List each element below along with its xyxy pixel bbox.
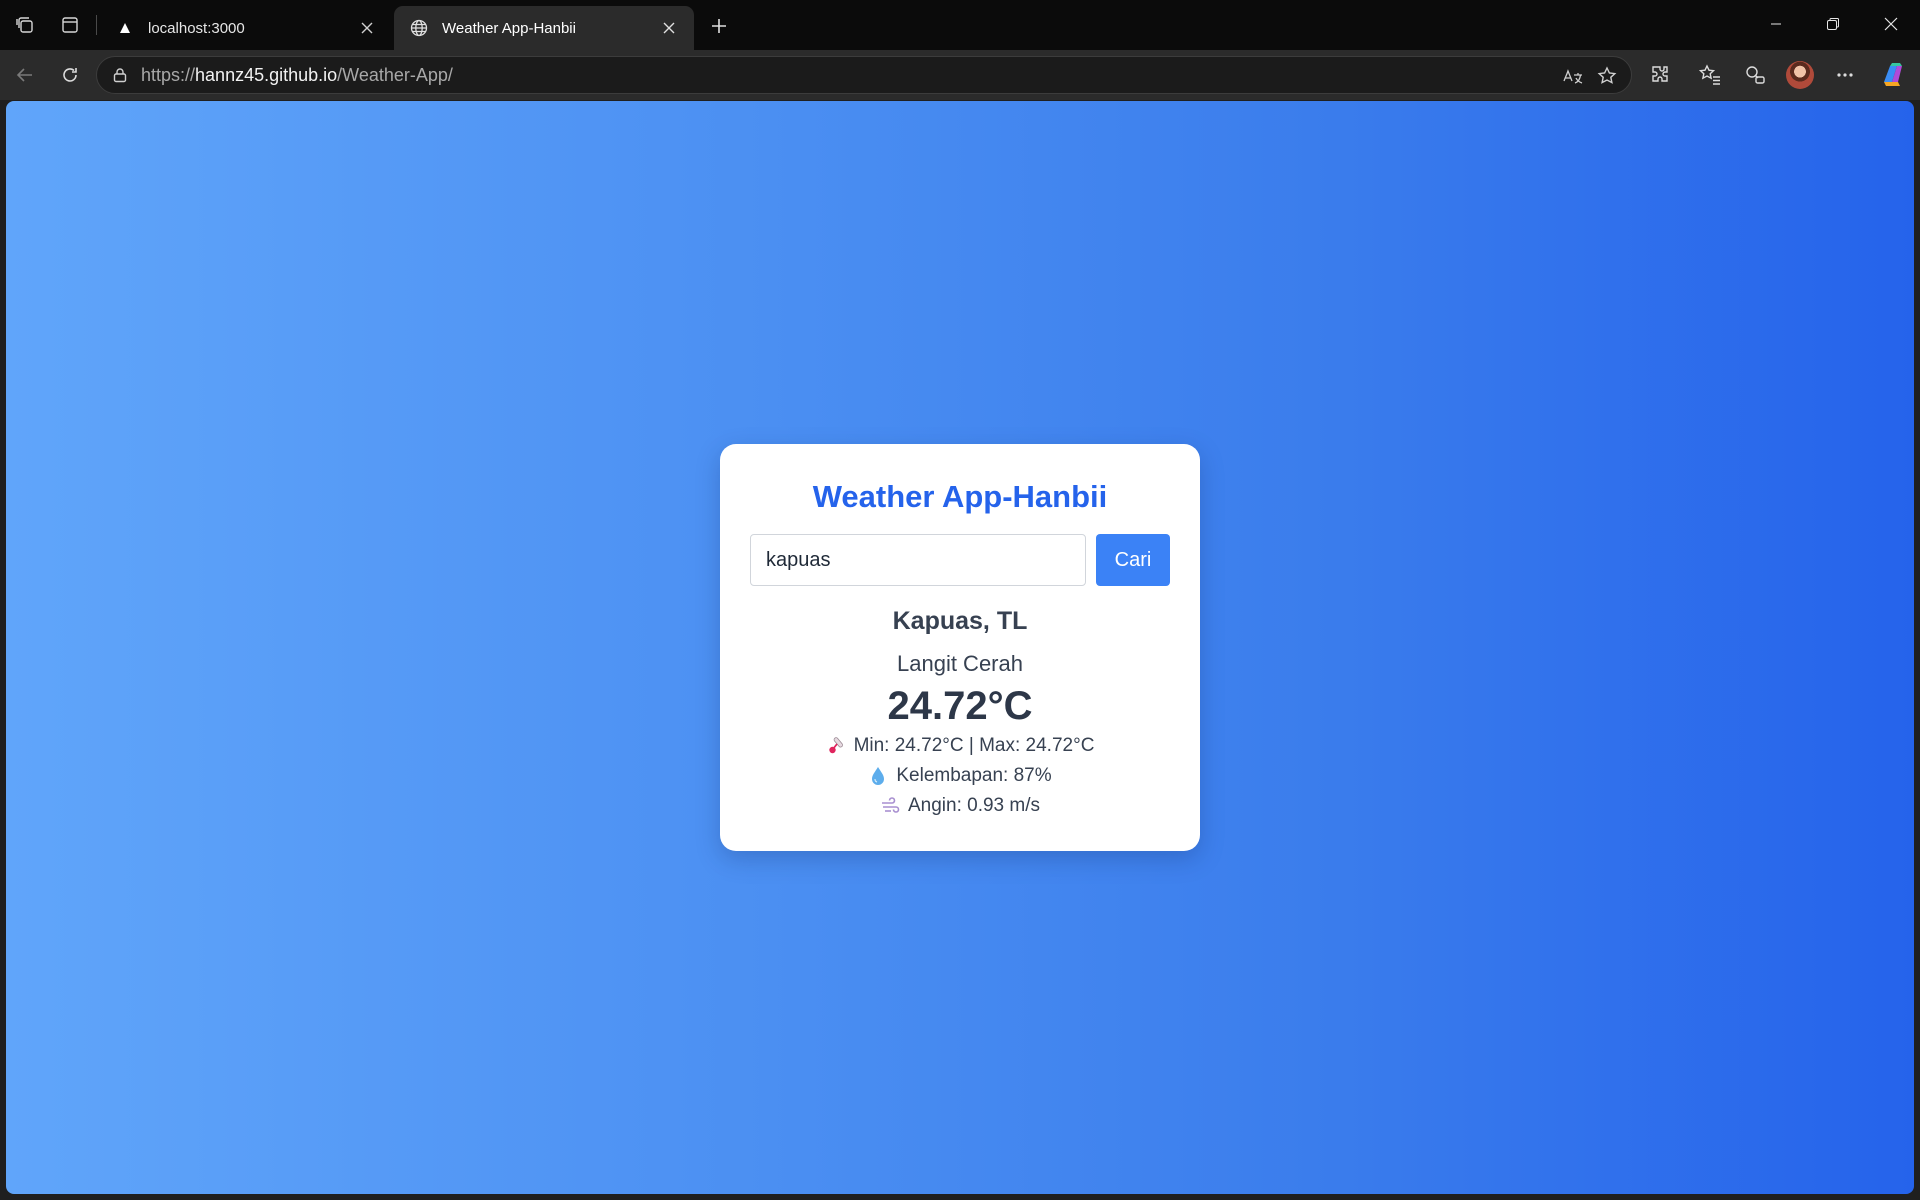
minmax-text: Min: 24.72°C | Max: 24.72°C: [853, 735, 1095, 757]
wind-text: Angin: 0.93 m/s: [907, 795, 1041, 817]
humidity-text: Kelembapan: 87%: [896, 765, 1052, 787]
thermometer-icon: [826, 736, 846, 756]
droplet-icon: [868, 766, 888, 786]
collections-icon[interactable]: [1739, 59, 1771, 91]
minmax-row: Min: 24.72°C | Max: 24.72°C: [720, 731, 1200, 761]
wind-icon: [880, 796, 900, 816]
browser-toolbar: https://hannz45.github.io/Weather-App/: [0, 50, 1920, 100]
new-tab-button[interactable]: [703, 10, 735, 42]
restore-button[interactable]: [1805, 6, 1861, 42]
lock-icon[interactable]: [111, 66, 129, 84]
triangle-icon: [116, 19, 134, 37]
tab-separator: [96, 15, 97, 35]
weather-description: Langit Cerah: [897, 651, 1023, 676]
tab-weather-app[interactable]: Weather App-Hanbii: [394, 6, 694, 50]
city-search-input[interactable]: [750, 534, 1086, 586]
search-row: Cari: [750, 534, 1170, 586]
translate-icon[interactable]: [1559, 62, 1587, 90]
tab-title: localhost:3000: [148, 19, 245, 37]
tab-strip: localhost:3000 Weather App-Hanbii: [0, 0, 1920, 50]
refresh-button[interactable]: [54, 59, 86, 91]
tab-actions-icon[interactable]: [55, 10, 85, 40]
globe-icon: [410, 19, 428, 37]
weather-result: Kapuas, TL Langit Cerah 24.72°C Min: 24.…: [720, 606, 1200, 821]
address-bar[interactable]: https://hannz45.github.io/Weather-App/: [96, 56, 1632, 94]
copilot-icon[interactable]: [1878, 60, 1908, 90]
wind-row: Angin: 0.93 m/s: [720, 791, 1200, 821]
minimize-button[interactable]: [1748, 6, 1804, 42]
profile-avatar[interactable]: [1786, 61, 1814, 89]
favorite-star-icon[interactable]: [1593, 62, 1621, 90]
page-viewport: Weather App-Hanbii Cari Kapuas, TL Langi…: [6, 101, 1914, 1194]
back-button[interactable]: [9, 59, 41, 91]
app-title: Weather App-Hanbii: [812, 479, 1108, 514]
more-menu-icon[interactable]: [1829, 59, 1861, 91]
workspaces-icon[interactable]: [10, 10, 40, 40]
search-button[interactable]: Cari: [1096, 534, 1170, 586]
weather-card: Weather App-Hanbii Cari Kapuas, TL Langi…: [720, 444, 1200, 851]
temperature: 24.72°C: [887, 684, 1033, 729]
close-icon[interactable]: [356, 17, 378, 39]
favorites-icon[interactable]: [1694, 59, 1726, 91]
url-text: https://hannz45.github.io/Weather-App/: [141, 64, 453, 85]
extensions-icon[interactable]: [1644, 59, 1676, 91]
city-name: Kapuas, TL: [892, 607, 1028, 635]
tab-title: Weather App-Hanbii: [442, 19, 576, 37]
browser-window: localhost:3000 Weather App-Hanbii https:…: [0, 0, 1920, 1200]
tab-localhost[interactable]: localhost:3000: [100, 6, 392, 50]
humidity-row: Kelembapan: 87%: [720, 761, 1200, 791]
close-icon[interactable]: [658, 17, 680, 39]
close-window-button[interactable]: [1863, 6, 1919, 42]
